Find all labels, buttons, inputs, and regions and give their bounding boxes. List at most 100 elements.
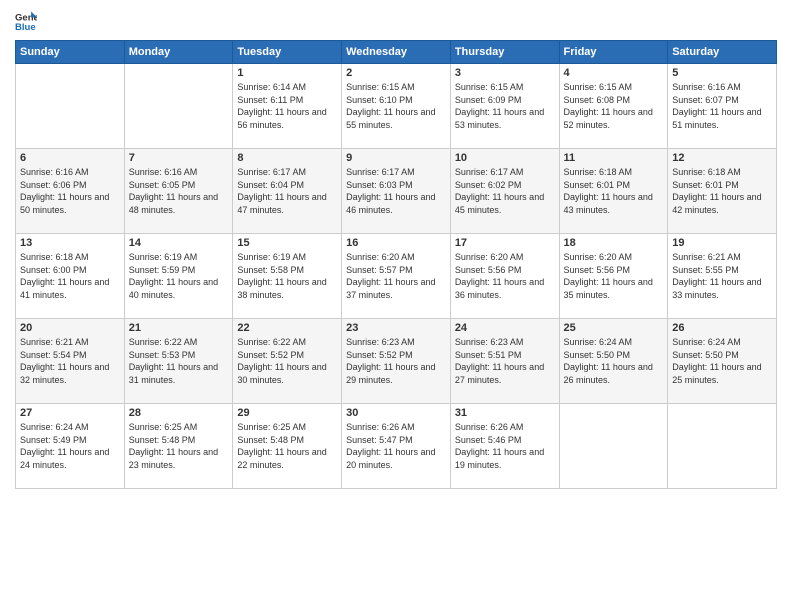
calendar-cell <box>124 64 233 149</box>
day-number: 21 <box>129 322 229 334</box>
day-header-sunday: Sunday <box>16 41 125 64</box>
day-info: Sunrise: 6:17 AMSunset: 6:04 PMDaylight:… <box>237 166 337 216</box>
calendar-cell: 14 Sunrise: 6:19 AMSunset: 5:59 PMDayligh… <box>124 234 233 319</box>
day-info: Sunrise: 6:23 AMSunset: 5:51 PMDaylight:… <box>455 336 555 386</box>
day-number: 15 <box>237 237 337 249</box>
day-info: Sunrise: 6:20 AMSunset: 5:56 PMDaylight:… <box>455 251 555 301</box>
day-number: 4 <box>564 67 664 79</box>
calendar-cell: 25Sunrise: 6:24 AMSunset: 5:50 PMDayligh… <box>559 319 668 404</box>
day-number: 8 <box>237 152 337 164</box>
calendar-cell: 18Sunrise: 6:20 AMSunset: 5:56 PMDayligh… <box>559 234 668 319</box>
calendar-page: General Blue SundayMondayTuesdayWednesda… <box>0 0 792 612</box>
day-number: 1 <box>237 67 337 79</box>
day-number: 17 <box>455 237 555 249</box>
calendar-cell: 31 Sunrise: 6:26 AMSunset: 5:46 PMDayligh… <box>450 404 559 489</box>
week-row-4: 20Sunrise: 6:21 AMSunset: 5:54 PMDayligh… <box>16 319 777 404</box>
day-number: 19 <box>672 237 772 249</box>
calendar-cell: 5Sunrise: 6:16 AMSunset: 6:07 PMDaylight… <box>668 64 777 149</box>
day-number: 10 <box>455 152 555 164</box>
calendar-cell: 8 Sunrise: 6:17 AMSunset: 6:04 PMDaylight… <box>233 149 342 234</box>
day-number: 11 <box>564 152 664 164</box>
calendar-cell: 19 Sunrise: 6:21 AMSunset: 5:55 PMDayligh… <box>668 234 777 319</box>
day-info: Sunrise: 6:15 AMSunset: 6:09 PMDaylight:… <box>455 81 555 131</box>
svg-text:Blue: Blue <box>15 22 36 32</box>
day-number: 13 <box>20 237 120 249</box>
day-number: 31 <box>455 407 555 419</box>
day-number: 22 <box>237 322 337 334</box>
day-info: Sunrise: 6:20 AMSunset: 5:56 PMDaylight:… <box>564 251 664 301</box>
day-header-thursday: Thursday <box>450 41 559 64</box>
day-header-friday: Friday <box>559 41 668 64</box>
calendar-cell <box>16 64 125 149</box>
calendar-cell: 24 Sunrise: 6:23 AMSunset: 5:51 PMDayligh… <box>450 319 559 404</box>
logo: General Blue <box>15 10 41 32</box>
day-info: Sunrise: 6:15 AMSunset: 6:08 PMDaylight:… <box>564 81 664 131</box>
day-number: 24 <box>455 322 555 334</box>
calendar-cell: 26Sunrise: 6:24 AMSunset: 5:50 PMDayligh… <box>668 319 777 404</box>
logo-icon: General Blue <box>15 10 37 32</box>
day-info: Sunrise: 6:18 AMSunset: 6:01 PMDaylight:… <box>672 166 772 216</box>
calendar-cell: 6 Sunrise: 6:16 AMSunset: 6:06 PMDaylight… <box>16 149 125 234</box>
header-row: SundayMondayTuesdayWednesdayThursdayFrid… <box>16 41 777 64</box>
calendar-table: SundayMondayTuesdayWednesdayThursdayFrid… <box>15 40 777 489</box>
day-number: 16 <box>346 237 446 249</box>
calendar-cell: 28Sunrise: 6:25 AMSunset: 5:48 PMDayligh… <box>124 404 233 489</box>
day-info: Sunrise: 6:18 AMSunset: 6:01 PMDaylight:… <box>564 166 664 216</box>
day-header-saturday: Saturday <box>668 41 777 64</box>
day-info: Sunrise: 6:25 AMSunset: 5:48 PMDaylight:… <box>129 421 229 471</box>
calendar-cell: 4 Sunrise: 6:15 AMSunset: 6:08 PMDaylight… <box>559 64 668 149</box>
day-info: Sunrise: 6:21 AMSunset: 5:55 PMDaylight:… <box>672 251 772 301</box>
day-number: 2 <box>346 67 446 79</box>
calendar-cell: 29Sunrise: 6:25 AMSunset: 5:48 PMDayligh… <box>233 404 342 489</box>
day-number: 14 <box>129 237 229 249</box>
day-info: Sunrise: 6:18 AMSunset: 6:00 PMDaylight:… <box>20 251 120 301</box>
day-header-tuesday: Tuesday <box>233 41 342 64</box>
day-number: 7 <box>129 152 229 164</box>
day-info: Sunrise: 6:16 AMSunset: 6:05 PMDaylight:… <box>129 166 229 216</box>
calendar-cell: 9Sunrise: 6:17 AMSunset: 6:03 PMDaylight… <box>342 149 451 234</box>
day-number: 12 <box>672 152 772 164</box>
calendar-cell: 10 Sunrise: 6:17 AMSunset: 6:02 PMDayligh… <box>450 149 559 234</box>
day-info: Sunrise: 6:19 AMSunset: 5:58 PMDaylight:… <box>237 251 337 301</box>
calendar-cell: 12 Sunrise: 6:18 AMSunset: 6:01 PMDayligh… <box>668 149 777 234</box>
calendar-cell: 16 Sunrise: 6:20 AMSunset: 5:57 PMDayligh… <box>342 234 451 319</box>
calendar-cell: 30Sunrise: 6:26 AMSunset: 5:47 PMDayligh… <box>342 404 451 489</box>
header: General Blue <box>15 10 777 32</box>
day-info: Sunrise: 6:19 AMSunset: 5:59 PMDaylight:… <box>129 251 229 301</box>
day-number: 20 <box>20 322 120 334</box>
day-info: Sunrise: 6:15 AMSunset: 6:10 PMDaylight:… <box>346 81 446 131</box>
day-number: 26 <box>672 322 772 334</box>
day-info: Sunrise: 6:16 AMSunset: 6:07 PMDaylight:… <box>672 81 772 131</box>
day-info: Sunrise: 6:22 AMSunset: 5:53 PMDaylight:… <box>129 336 229 386</box>
day-number: 3 <box>455 67 555 79</box>
day-number: 30 <box>346 407 446 419</box>
day-info: Sunrise: 6:24 AMSunset: 5:49 PMDaylight:… <box>20 421 120 471</box>
day-number: 6 <box>20 152 120 164</box>
week-row-1: 1 Sunrise: 6:14 AMSunset: 6:11 PMDaylight… <box>16 64 777 149</box>
day-info: Sunrise: 6:23 AMSunset: 5:52 PMDaylight:… <box>346 336 446 386</box>
calendar-cell: 13 Sunrise: 6:18 AMSunset: 6:00 PMDayligh… <box>16 234 125 319</box>
day-info: Sunrise: 6:26 AMSunset: 5:46 PMDaylight:… <box>455 421 555 471</box>
calendar-cell: 20Sunrise: 6:21 AMSunset: 5:54 PMDayligh… <box>16 319 125 404</box>
day-header-monday: Monday <box>124 41 233 64</box>
calendar-cell: 23 Sunrise: 6:23 AMSunset: 5:52 PMDayligh… <box>342 319 451 404</box>
day-info: Sunrise: 6:22 AMSunset: 5:52 PMDaylight:… <box>237 336 337 386</box>
day-info: Sunrise: 6:20 AMSunset: 5:57 PMDaylight:… <box>346 251 446 301</box>
calendar-cell: 22 Sunrise: 6:22 AMSunset: 5:52 PMDayligh… <box>233 319 342 404</box>
day-info: Sunrise: 6:14 AMSunset: 6:11 PMDaylight:… <box>237 81 337 131</box>
day-info: Sunrise: 6:17 AMSunset: 6:02 PMDaylight:… <box>455 166 555 216</box>
day-info: Sunrise: 6:16 AMSunset: 6:06 PMDaylight:… <box>20 166 120 216</box>
day-header-wednesday: Wednesday <box>342 41 451 64</box>
calendar-cell <box>559 404 668 489</box>
calendar-cell: 27Sunrise: 6:24 AMSunset: 5:49 PMDayligh… <box>16 404 125 489</box>
day-number: 23 <box>346 322 446 334</box>
week-row-2: 6 Sunrise: 6:16 AMSunset: 6:06 PMDaylight… <box>16 149 777 234</box>
calendar-cell: 17 Sunrise: 6:20 AMSunset: 5:56 PMDayligh… <box>450 234 559 319</box>
calendar-cell: 21 Sunrise: 6:22 AMSunset: 5:53 PMDayligh… <box>124 319 233 404</box>
day-number: 29 <box>237 407 337 419</box>
calendar-cell <box>668 404 777 489</box>
calendar-cell: 11 Sunrise: 6:18 AMSunset: 6:01 PMDayligh… <box>559 149 668 234</box>
calendar-cell: 1 Sunrise: 6:14 AMSunset: 6:11 PMDaylight… <box>233 64 342 149</box>
day-info: Sunrise: 6:17 AMSunset: 6:03 PMDaylight:… <box>346 166 446 216</box>
calendar-cell: 7 Sunrise: 6:16 AMSunset: 6:05 PMDaylight… <box>124 149 233 234</box>
